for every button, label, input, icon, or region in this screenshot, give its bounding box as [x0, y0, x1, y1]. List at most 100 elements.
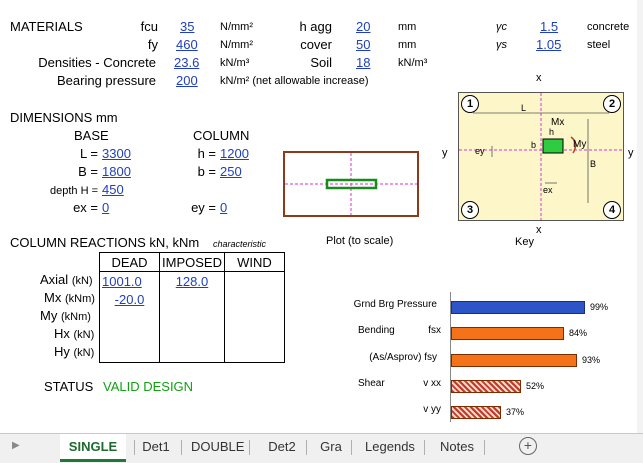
- bar-sublabel: v xx: [423, 378, 441, 389]
- bearing-value[interactable]: 200: [176, 73, 198, 88]
- my-wind[interactable]: [223, 308, 285, 326]
- utilisation-bar: [451, 301, 585, 314]
- key-ex-label: ex: [543, 185, 553, 195]
- key-b-label: b: [531, 140, 537, 150]
- key-x-bottom: x: [536, 224, 542, 236]
- plot-box: [283, 151, 419, 217]
- gamma-c-value[interactable]: 1.5: [540, 19, 558, 34]
- fy-label: fy: [147, 37, 158, 52]
- density-concrete-value[interactable]: 23.6: [174, 55, 199, 70]
- axial-label: Axial: [40, 272, 69, 287]
- ey-label: ey =: [191, 200, 216, 215]
- tab-separator: [424, 440, 425, 455]
- vertical-scrollbar[interactable]: [637, 0, 643, 433]
- table-row: 1001.0 128.0: [99, 271, 285, 290]
- tab-det1[interactable]: Det1: [139, 434, 173, 460]
- header-imposed: IMPOSED: [159, 252, 225, 272]
- fy-unit: N/mm²: [220, 39, 253, 51]
- key-corner-3: 3: [461, 201, 479, 219]
- cover-unit: mm: [398, 39, 417, 51]
- my-imposed[interactable]: [159, 308, 225, 326]
- ex-value[interactable]: 0: [102, 200, 109, 215]
- materials-title: MATERIALS: [10, 19, 83, 34]
- key-x-top: x: [536, 72, 542, 84]
- my-label: My: [40, 308, 58, 323]
- tab-separator: [351, 440, 352, 455]
- tab-double[interactable]: DOUBLE: [191, 434, 244, 460]
- B-value[interactable]: 1800: [102, 164, 131, 179]
- bar-percent-label: 37%: [506, 407, 525, 417]
- table-row: [99, 308, 285, 326]
- fcu-label: fcu: [140, 19, 158, 34]
- density-soil-unit: kN/m³: [398, 57, 428, 69]
- key-y-left: y: [442, 147, 448, 159]
- utilisation-bar: [451, 354, 577, 367]
- gamma-c-label: γc: [496, 21, 507, 33]
- axial-unit: (kN): [71, 275, 93, 287]
- base-heading: BASE: [74, 128, 109, 143]
- key-h-label: h: [549, 127, 555, 137]
- tab-separator: [484, 440, 485, 455]
- tab-scroll-left-icon[interactable]: ▶: [12, 440, 20, 451]
- key-L-label: L: [521, 103, 527, 113]
- header-wind: WIND: [223, 252, 285, 272]
- tab-notes[interactable]: Notes: [438, 434, 476, 460]
- axial-imposed[interactable]: 128.0: [159, 271, 225, 290]
- key-y-right: y: [628, 147, 634, 159]
- B-label: B =: [78, 164, 98, 179]
- L-value[interactable]: 3300: [102, 146, 131, 161]
- column-heading: COLUMN: [193, 128, 250, 143]
- key-diagram: 1 2 3 4 L B Mx My ey ex b h: [458, 92, 624, 221]
- add-sheet-icon[interactable]: +: [519, 437, 537, 455]
- tab-separator: [249, 440, 250, 455]
- my-dead[interactable]: [99, 308, 160, 326]
- axial-imposed-value[interactable]: 128.0: [176, 274, 209, 289]
- header-dead: DEAD: [99, 252, 160, 272]
- hagg-unit: mm: [398, 21, 417, 33]
- b-value[interactable]: 250: [220, 164, 242, 179]
- cover-label: cover: [300, 37, 332, 52]
- worksheet: MATERIALS fcu 35 N/mm² fy 460 N/mm² h ag…: [0, 0, 643, 433]
- b-label: b =: [197, 164, 216, 179]
- bar-percent-label: 93%: [582, 355, 601, 365]
- density-concrete-unit: kN/m³: [220, 57, 250, 69]
- utilisation-bar: [451, 327, 564, 340]
- gamma-s-label: γs: [496, 39, 507, 51]
- ey-value[interactable]: 0: [220, 200, 227, 215]
- tab-det2[interactable]: Det2: [266, 434, 298, 460]
- tab-separator: [181, 440, 182, 455]
- key-svg: [459, 93, 623, 220]
- density-soil-value[interactable]: 18: [356, 55, 370, 70]
- bar-sublabel: v yy: [423, 404, 441, 415]
- my-unit: (kNm): [60, 311, 91, 323]
- H-value[interactable]: 450: [102, 182, 124, 197]
- ex-label: ex =: [73, 200, 98, 215]
- h-value[interactable]: 1200: [220, 146, 249, 161]
- key-column: [542, 138, 564, 154]
- tab-legends[interactable]: Legends: [364, 434, 416, 460]
- row-label-my: My (kNm): [40, 308, 91, 323]
- hagg-value[interactable]: 20: [356, 19, 370, 34]
- key-corner-2: 2: [603, 95, 621, 113]
- sheet-tab-bar: ▶ SINGLE Det1 DOUBLE Det2 Gra Legends Notes +: [0, 433, 643, 463]
- bar-percent-label: 99%: [590, 302, 609, 312]
- reactions-title: COLUMN REACTIONS kN, kNm: [10, 235, 200, 250]
- axial-dead[interactable]: 1001.0: [99, 271, 160, 290]
- axial-dead-value[interactable]: 1001.0: [102, 274, 142, 289]
- cover-value[interactable]: 50: [356, 37, 370, 52]
- bar-label: Grnd Brg Pressure: [353, 299, 437, 310]
- axial-wind[interactable]: [223, 271, 285, 290]
- tab-single[interactable]: SINGLE: [60, 434, 126, 462]
- bearing-label: Bearing pressure: [57, 73, 156, 88]
- key-B-label: B: [590, 159, 597, 169]
- row-label-axial: Axial (kN): [40, 272, 93, 287]
- tab-gra[interactable]: Gra: [319, 434, 343, 460]
- table-header-row: DEAD IMPOSED WIND: [99, 252, 285, 272]
- plot-caption: Plot (to scale): [326, 235, 394, 247]
- gamma-c-text: concrete: [587, 21, 630, 33]
- dimensions-title: DIMENSIONS mm: [10, 110, 118, 125]
- hagg-label: h agg: [299, 19, 332, 34]
- fy-value[interactable]: 460: [176, 37, 198, 52]
- gamma-s-value[interactable]: 1.05: [536, 37, 561, 52]
- fcu-value[interactable]: 35: [180, 19, 194, 34]
